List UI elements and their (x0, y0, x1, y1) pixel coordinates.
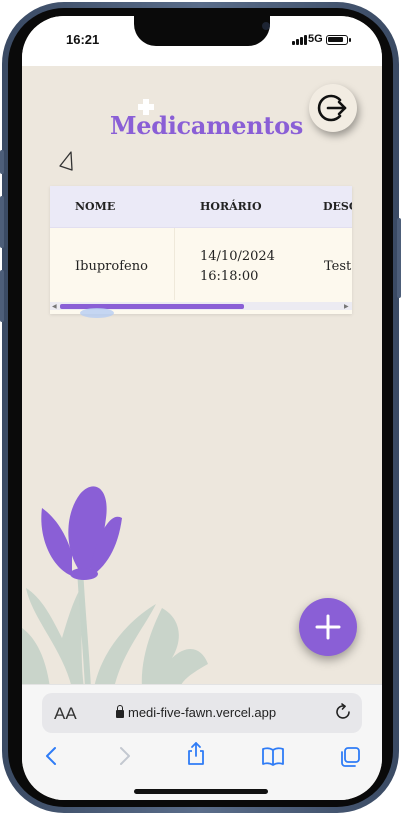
share-icon[interactable] (184, 741, 208, 767)
phone-screen: 16:21 5G Medicamentos NOME HORÁRIO DESC … (22, 16, 382, 800)
cell-nome: Ibuprofeno (75, 259, 148, 274)
back-icon[interactable] (42, 745, 62, 767)
lock-icon (116, 704, 124, 718)
cell-descricao: Test (324, 259, 352, 274)
status-bar: 16:21 5G (22, 16, 382, 66)
signal-icon (292, 35, 307, 45)
tabs-icon[interactable] (338, 745, 362, 769)
network-type: 5G (308, 33, 323, 45)
address-bar[interactable]: AA medi-five-fawn.vercel.app (42, 693, 362, 733)
decorative-blob (80, 308, 114, 318)
text-size-button[interactable]: AA (54, 704, 77, 724)
medications-table: NOME HORÁRIO DESC Ibuprofeno 14/10/2024 … (50, 186, 352, 314)
browser-toolbar: AA medi-five-fawn.vercel.app (22, 684, 382, 800)
flower-illustration (22, 486, 208, 688)
power-button (397, 218, 401, 298)
table-header: NOME HORÁRIO DESC (50, 186, 352, 228)
cell-horario-date: 14/10/2024 (200, 249, 275, 264)
volume-down-button (0, 270, 4, 322)
reload-icon[interactable] (332, 701, 354, 723)
column-header-horario[interactable]: HORÁRIO (200, 200, 262, 213)
volume-up-button (0, 196, 4, 248)
url-text: medi-five-fawn.vercel.app (128, 705, 277, 720)
plus-icon (315, 614, 341, 640)
home-indicator (134, 789, 268, 794)
add-medication-button[interactable] (299, 598, 357, 656)
battery-tip (349, 38, 351, 42)
url-display[interactable]: medi-five-fawn.vercel.app (116, 704, 277, 720)
status-time: 16:21 (66, 32, 100, 47)
triangle-back-icon[interactable] (58, 150, 74, 172)
page-title: Medicamentos (110, 111, 304, 140)
column-header-nome[interactable]: NOME (75, 200, 115, 213)
scroll-left-arrow[interactable]: ◀ (52, 303, 57, 310)
notch (134, 16, 270, 46)
cell-horario-time: 16:18:00 (200, 269, 259, 284)
forward-icon[interactable] (114, 745, 134, 767)
mute-switch (0, 150, 4, 174)
column-divider (174, 228, 175, 300)
scroll-right-arrow[interactable]: ▶ (344, 303, 349, 310)
battery-icon (326, 35, 348, 45)
camera-icon (262, 22, 270, 30)
column-header-descricao[interactable]: DESC (323, 200, 352, 213)
bookmarks-icon[interactable] (260, 745, 286, 767)
